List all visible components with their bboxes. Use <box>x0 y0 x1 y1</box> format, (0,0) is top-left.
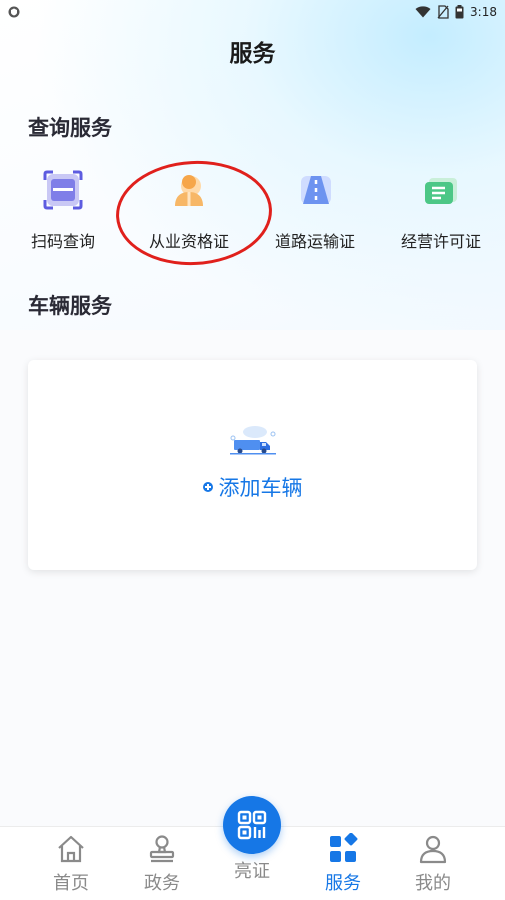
services-grid-icon <box>330 833 358 862</box>
road-icon <box>301 176 331 204</box>
scan-icon <box>43 170 83 210</box>
no-sim-icon <box>437 5 449 19</box>
scan-query-item[interactable]: 扫码查询 <box>0 166 126 256</box>
plus-circle-icon <box>202 482 213 492</box>
license-icon <box>425 178 457 204</box>
business-license-item[interactable]: 经营许可证 <box>378 166 504 256</box>
nav-home-label: 首页 <box>53 873 89 894</box>
nav-services[interactable]: 服务 <box>298 833 388 895</box>
nav-show-cert[interactable]: 亮证 <box>207 853 297 883</box>
home-icon <box>58 835 84 863</box>
nav-mine-label: 我的 <box>415 873 451 894</box>
vehicle-section-title: 车辆服务 <box>28 294 112 318</box>
truck-icon <box>230 426 276 455</box>
battery-icon <box>455 5 464 19</box>
add-vehicle-card[interactable]: 添加车辆 <box>28 360 477 570</box>
add-vehicle-button[interactable]: 添加车辆 <box>28 472 477 502</box>
show-cert-qr-button[interactable] <box>223 796 281 854</box>
nav-mine[interactable]: 我的 <box>388 833 478 895</box>
road-transport-cert-label: 道路运输证 <box>274 232 355 251</box>
nav-services-label: 服务 <box>325 873 361 894</box>
wifi-icon <box>415 6 431 18</box>
status-right: 3:18 <box>415 5 497 19</box>
stamp-icon <box>149 835 175 863</box>
user-icon <box>419 835 447 864</box>
query-section-title: 查询服务 <box>28 116 112 140</box>
app-shield-icon <box>8 6 20 18</box>
nav-government-label: 政务 <box>144 873 180 894</box>
status-time: 3:18 <box>470 5 497 19</box>
add-vehicle-label: 添加车辆 <box>218 476 303 500</box>
status-left <box>8 6 20 18</box>
nav-show-cert-label: 亮证 <box>234 861 270 882</box>
page-title: 服务 <box>229 41 276 67</box>
business-license-label: 经营许可证 <box>400 232 481 251</box>
nav-government[interactable]: 政务 <box>117 833 207 895</box>
scan-query-label: 扫码查询 <box>30 232 95 251</box>
nav-home[interactable]: 首页 <box>26 833 116 895</box>
status-bar: 3:18 <box>0 0 505 24</box>
qr-code-icon <box>237 810 267 840</box>
